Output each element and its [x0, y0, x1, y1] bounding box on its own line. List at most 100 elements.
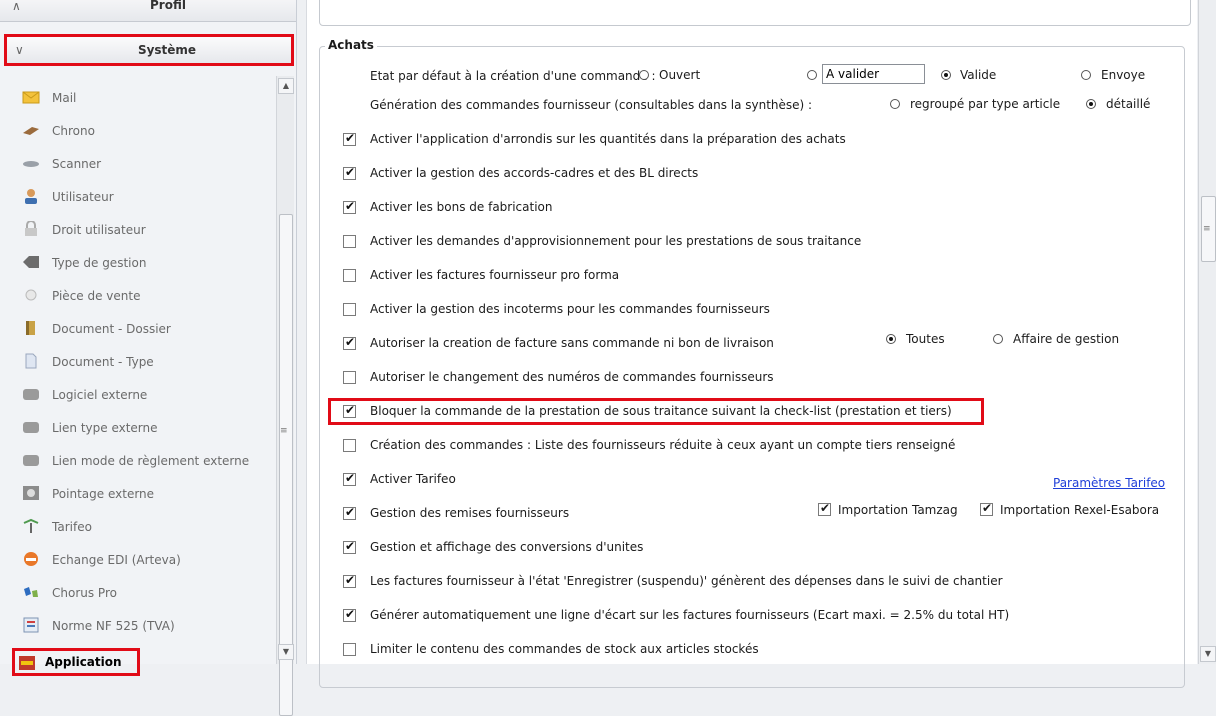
sidebar-item-mail[interactable]: Mail [16, 86, 276, 112]
option-checkbox[interactable] [343, 269, 356, 282]
radio-toutes[interactable] [886, 334, 896, 344]
document-icon [22, 353, 40, 369]
option-row[interactable]: Limiter le contenu des commandes de stoc… [307, 640, 1187, 662]
radio-affaire-de-gestion[interactable] [993, 334, 1003, 344]
option-checkbox[interactable]: ✔ [343, 607, 356, 622]
option-checkbox[interactable]: ✔ [343, 335, 356, 350]
settings-pane: Achats Etat par défaut à la création d'u… [306, 0, 1197, 688]
check-icon: ✔ [345, 505, 356, 519]
sidebar-item-document-type[interactable]: Document - Type [16, 350, 276, 376]
sidebar-item-droit-utilisateur[interactable]: Droit utilisateur [16, 218, 276, 244]
folder-icon [22, 320, 40, 336]
radio-ouvert[interactable] [639, 70, 649, 80]
tag-icon [22, 254, 40, 270]
option-row[interactable]: Activer les demandes d'approvisionnement… [307, 232, 1187, 254]
parametres-tarifeo-link[interactable]: Paramètres Tarifeo [1053, 476, 1165, 490]
sidebar-item-chorus-pro[interactable]: Chorus Pro [16, 581, 276, 607]
radio-a-valider[interactable] [807, 70, 817, 80]
sidebar: ∧ Profil ∨ Système Mail Chrono Scanner U… [0, 0, 297, 716]
edi-icon [22, 551, 40, 567]
option-checkbox[interactable] [343, 439, 356, 452]
option-row[interactable]: ✔ Activer la gestion des accords-cadres … [307, 164, 1187, 186]
sidebar-item-application[interactable]: Application [12, 648, 140, 676]
section-profil-title: Profil [150, 0, 186, 12]
option-checkbox[interactable] [343, 303, 356, 316]
import-rexel-checkbox[interactable]: ✔ [980, 501, 993, 516]
sidebar-item-piece-de-vente[interactable]: Pièce de vente [16, 284, 276, 310]
chorus-icon [22, 584, 40, 600]
sidebar-item-type-de-gestion[interactable]: Type de gestion [16, 251, 276, 277]
scroll-up-arrow-icon[interactable]: ▲ [278, 78, 294, 94]
option-row[interactable]: Autoriser le changement des numéros de c… [307, 368, 1187, 390]
chevron-down-icon: ∨ [15, 43, 24, 57]
option-row[interactable]: ✔ Générer automatiquement une ligne d'éc… [307, 606, 1187, 628]
check-icon: ✔ [345, 131, 356, 145]
sidebar-item-tarifeo[interactable]: Tarifeo [16, 515, 276, 541]
highlight-box [328, 398, 984, 425]
radio-detaille-label: détaillé [1106, 97, 1151, 111]
option-checkbox[interactable]: ✔ [343, 199, 356, 214]
section-profil-header[interactable]: ∧ Profil [0, 0, 296, 22]
option-row[interactable]: Activer les factures fournisseur pro for… [307, 266, 1187, 288]
option-checkbox[interactable] [343, 371, 356, 384]
sidebar-item-norme-nf525[interactable]: Norme NF 525 (TVA) [16, 614, 276, 640]
scroll-down-arrow-icon[interactable]: ▼ [1200, 646, 1216, 662]
option-checkbox[interactable]: ✔ [343, 539, 356, 554]
sidebar-item-logiciel-externe[interactable]: Logiciel externe [16, 383, 276, 409]
generation-label: Génération des commandes fournisseur (co… [370, 98, 813, 112]
option-row[interactable]: Activer la gestion des incoterms pour le… [307, 300, 1187, 322]
radio-affaire-label: Affaire de gestion [1013, 332, 1120, 346]
option-row[interactable]: Création des commandes : Liste des fourn… [307, 436, 1187, 458]
option-checkbox[interactable]: ✔ [343, 505, 356, 520]
import-rexel-label: Importation Rexel-Esabora [1000, 503, 1160, 517]
check-icon: ✔ [345, 573, 356, 587]
sidebar-scrollbar[interactable]: ▲ ≡ ▼ [276, 76, 294, 716]
sidebar-item-lien-type-externe[interactable]: Lien type externe [16, 416, 276, 442]
option-checkbox[interactable] [343, 643, 356, 656]
main-scrollbar[interactable]: ≡ ▼ [1198, 0, 1216, 664]
sidebar-item-lien-mode-reglement-externe[interactable]: Lien mode de règlement externe [16, 449, 276, 475]
etat-label: Etat par défaut à la création d'une comm… [370, 69, 656, 83]
radio-valide[interactable] [941, 70, 951, 80]
clock-in-icon [22, 485, 40, 501]
nf525-icon [22, 617, 40, 633]
option-checkbox[interactable]: ✔ [343, 471, 356, 486]
check-icon: ✔ [345, 199, 356, 213]
check-icon: ✔ [982, 501, 993, 515]
sidebar-item-pointage-externe[interactable]: Pointage externe [16, 482, 276, 508]
option-checkbox[interactable]: ✔ [343, 573, 356, 588]
previous-group-box [319, 0, 1191, 26]
sidebar-item-echange-edi[interactable]: Echange EDI (Arteva) [16, 548, 276, 574]
import-tamzag-label: Importation Tamzag [838, 503, 958, 517]
sidebar-item-document-dossier[interactable]: Document - Dossier [16, 317, 276, 343]
scroll-grip-icon: ≡ [1203, 224, 1211, 234]
a-valider-field[interactable] [822, 64, 925, 84]
tarifeo-icon [22, 518, 40, 534]
option-row[interactable]: ✔ Activer les bons de fabrication [307, 198, 1187, 220]
option-checkbox[interactable]: ✔ [343, 165, 356, 180]
option-checkbox[interactable]: ✔ [343, 131, 356, 146]
import-tamzag-checkbox[interactable]: ✔ [818, 501, 831, 516]
option-row[interactable]: ✔ Gestion et affichage des conversions d… [307, 538, 1187, 560]
scroll-down-arrow-icon[interactable]: ▼ [278, 644, 294, 660]
check-icon: ✔ [345, 471, 356, 485]
check-icon: ✔ [820, 501, 831, 515]
radio-regroupe[interactable] [890, 99, 900, 109]
option-row[interactable]: ✔ Activer l'application d'arrondis sur l… [307, 130, 1187, 152]
radio-regroupe-label: regroupé par type article [910, 97, 1061, 111]
option-row[interactable]: ✔ Les factures fournisseur à l'état 'Enr… [307, 572, 1187, 594]
radio-detaille[interactable] [1086, 99, 1096, 109]
option-checkbox[interactable] [343, 235, 356, 248]
sidebar-scroll-thumb[interactable] [279, 214, 293, 716]
payment-link-icon [22, 452, 40, 468]
section-systeme-title: Système [137, 43, 197, 57]
radio-valide-label: Valide [960, 68, 997, 82]
radio-envoye[interactable] [1081, 70, 1091, 80]
sidebar-item-utilisateur[interactable]: Utilisateur [16, 185, 276, 211]
check-icon: ✔ [345, 607, 356, 621]
external-app-icon [22, 386, 40, 402]
sidebar-item-chrono[interactable]: Chrono [16, 119, 276, 145]
check-icon: ✔ [345, 165, 356, 179]
section-systeme-header[interactable]: ∨ Système [4, 34, 294, 66]
sidebar-item-scanner[interactable]: Scanner [16, 152, 276, 178]
